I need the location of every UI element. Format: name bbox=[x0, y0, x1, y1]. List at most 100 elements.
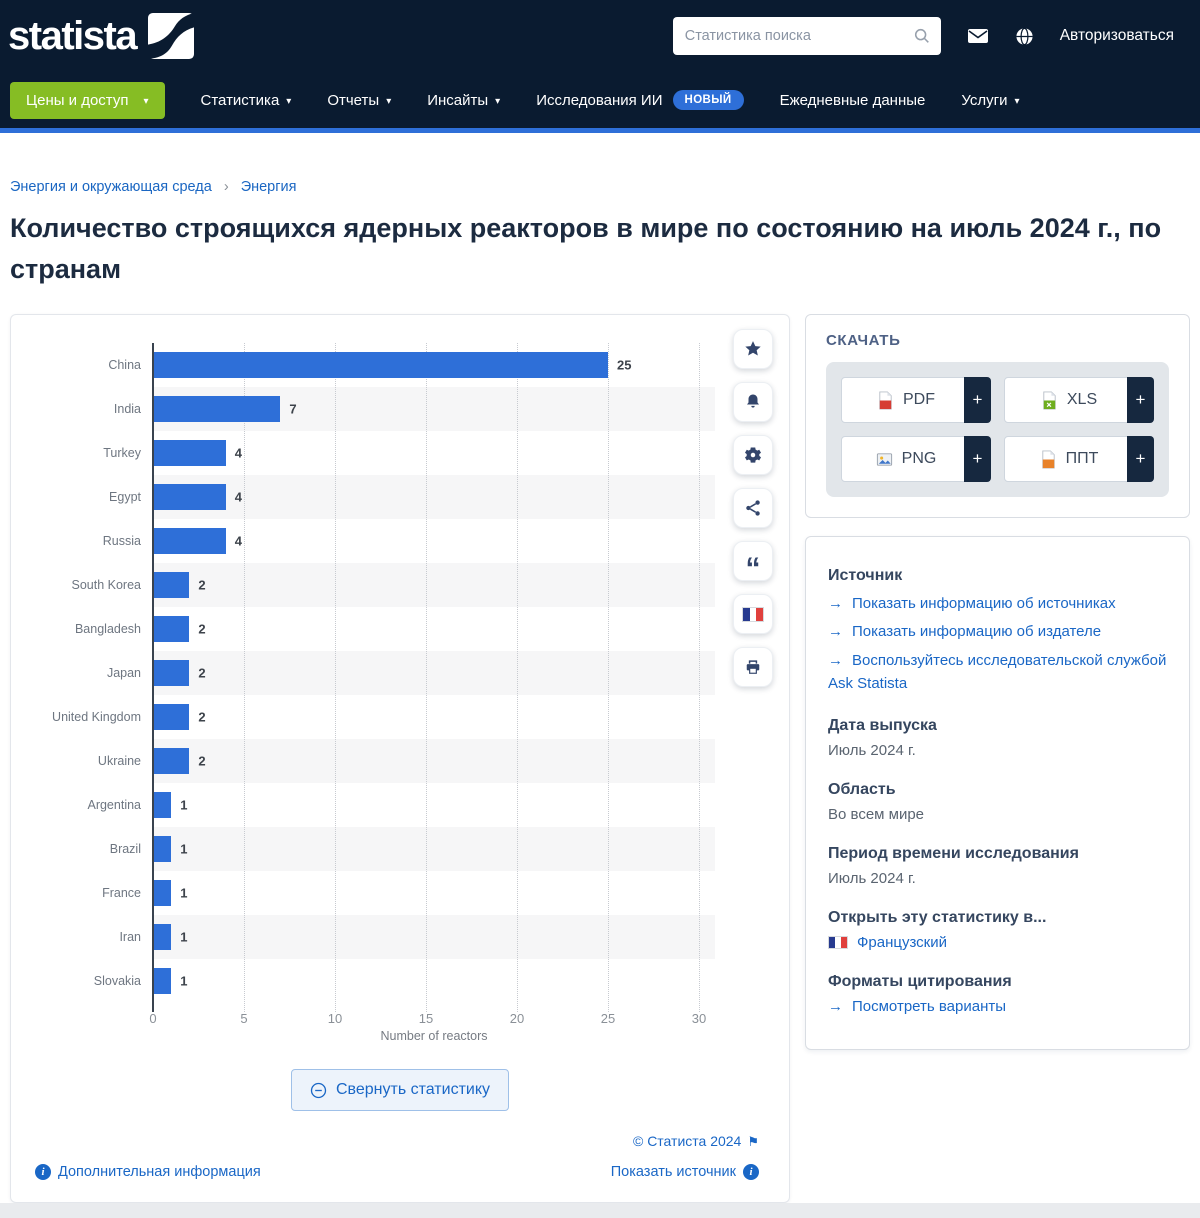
nav-item[interactable]: Услуги▾ bbox=[961, 92, 1019, 109]
source-link-row: →Воспользуйтесь исследовательской службо… bbox=[828, 649, 1167, 696]
site-header: statista Авториз bbox=[0, 0, 1200, 133]
printer-button[interactable] bbox=[733, 647, 773, 687]
nav-item[interactable]: Отчеты▾ bbox=[327, 92, 391, 109]
chart-value-label: 4 bbox=[235, 446, 242, 461]
source-link[interactable]: Воспользуйтесь исследовательской службой… bbox=[828, 652, 1166, 692]
chart-row: 4 bbox=[153, 475, 715, 519]
survey-period-title: Период времени исследования bbox=[828, 845, 1167, 863]
caret-down-icon: ▾ bbox=[386, 96, 391, 107]
collapse-statistic-button[interactable]: Свернуть статистику bbox=[291, 1069, 509, 1111]
chart-category-label: Slovakia bbox=[11, 959, 153, 1003]
login-link[interactable]: Авторизоваться bbox=[1060, 27, 1174, 45]
png-file-icon bbox=[875, 450, 894, 469]
chart-category-label: Iran bbox=[11, 915, 153, 959]
nav-item[interactable]: Инсайты▾ bbox=[427, 92, 500, 109]
chart-bar[interactable] bbox=[153, 704, 189, 730]
breadcrumb-separator: › bbox=[224, 179, 229, 195]
download-ппт-button[interactable]: ППТ+ bbox=[1004, 436, 1154, 482]
download-title: СКАЧАТЬ bbox=[826, 332, 1169, 349]
survey-period-value: Июль 2024 г. bbox=[828, 870, 1167, 887]
nav-item[interactable]: Исследования ИИНОВЫЙ bbox=[536, 90, 743, 110]
language-globe-icon[interactable] bbox=[1015, 27, 1034, 46]
chart-row: 4 bbox=[153, 431, 715, 475]
chart-bar[interactable] bbox=[153, 836, 171, 862]
download-plus-button[interactable]: + bbox=[1127, 436, 1154, 482]
chart-row: 2 bbox=[153, 651, 715, 695]
source-link[interactable]: Показать информацию об источниках bbox=[852, 595, 1116, 612]
ppt-file-icon bbox=[1039, 450, 1058, 469]
nav-item[interactable]: Ежедневные данные bbox=[780, 92, 926, 109]
share-button[interactable] bbox=[733, 488, 773, 528]
report-flag-icon[interactable]: ⚑ bbox=[747, 1134, 759, 1149]
search-box bbox=[673, 17, 941, 55]
chart-category-label: Argentina bbox=[11, 783, 153, 827]
download-plus-button[interactable]: + bbox=[1127, 377, 1154, 423]
star-button[interactable] bbox=[733, 329, 773, 369]
statista-logo[interactable]: statista bbox=[8, 13, 194, 59]
citation-options-link[interactable]: Посмотреть варианты bbox=[852, 998, 1006, 1015]
chart-bar[interactable] bbox=[153, 440, 226, 466]
download-png-button[interactable]: PNG + bbox=[841, 436, 991, 482]
pricing-access-button[interactable]: Цены и доступ ▾ bbox=[10, 82, 165, 119]
show-source-link[interactable]: Показать источникi bbox=[611, 1164, 759, 1180]
download-xls-button[interactable]: XLS + bbox=[1004, 377, 1154, 423]
arrow-right-icon: → bbox=[828, 623, 843, 640]
search-icon[interactable] bbox=[913, 27, 931, 45]
copyright-link[interactable]: © Статиста 2024 bbox=[633, 1133, 741, 1149]
chart-bar[interactable] bbox=[153, 572, 189, 598]
chart-bar[interactable] bbox=[153, 484, 226, 510]
download-button-label: PNG bbox=[902, 450, 937, 468]
nav-item[interactable]: Статистика▾ bbox=[201, 92, 292, 109]
xls-file-icon bbox=[1040, 391, 1059, 410]
chart-row: 1 bbox=[153, 871, 715, 915]
breadcrumb-category[interactable]: Энергия и окружающая среда bbox=[10, 179, 212, 195]
breadcrumb-subcategory[interactable]: Энергия bbox=[241, 179, 297, 195]
quote-button[interactable]: “ bbox=[733, 541, 773, 581]
download-plus-button[interactable]: + bbox=[964, 436, 991, 482]
source-link[interactable]: Показать информацию об издателе bbox=[852, 623, 1101, 640]
release-date-value: Июль 2024 г. bbox=[828, 742, 1167, 759]
chart-bar[interactable] bbox=[153, 968, 171, 994]
chart-bar[interactable] bbox=[153, 396, 280, 422]
arrow-right-icon: → bbox=[828, 652, 843, 669]
chart-bar[interactable] bbox=[153, 352, 608, 378]
bell-button[interactable] bbox=[733, 382, 773, 422]
french-language-link[interactable]: Французский bbox=[857, 934, 947, 951]
chart-bar[interactable] bbox=[153, 528, 226, 554]
chart-row: 1 bbox=[153, 959, 715, 1003]
chart-bar[interactable] bbox=[153, 924, 171, 950]
download-pdf-button[interactable]: PDF+ bbox=[841, 377, 991, 423]
page-bottom-strip bbox=[0, 1203, 1200, 1218]
chart-bar[interactable] bbox=[153, 792, 171, 818]
chart-row: 25 bbox=[153, 343, 715, 387]
download-plus-button[interactable]: + bbox=[964, 377, 991, 423]
pdf-file-icon bbox=[876, 391, 895, 410]
search-input[interactable] bbox=[673, 28, 913, 44]
source-title: Источник bbox=[828, 567, 1167, 585]
chart-x-axis-label: Number of reactors bbox=[153, 1029, 715, 1043]
nav-item-label: Инсайты bbox=[427, 92, 488, 109]
more-info-link[interactable]: iДополнительная информация bbox=[35, 1164, 261, 1180]
gear-button[interactable] bbox=[733, 435, 773, 475]
breadcrumb: Энергия и окружающая среда › Энергия bbox=[10, 179, 1190, 195]
nav-item-label: Исследования ИИ bbox=[536, 92, 662, 109]
chart-bar[interactable] bbox=[153, 880, 171, 906]
chart-value-label: 2 bbox=[198, 622, 205, 637]
chart-category-label: Brazil bbox=[11, 827, 153, 871]
french-flag-button[interactable] bbox=[733, 594, 773, 634]
release-date-title: Дата выпуска bbox=[828, 717, 1167, 735]
download-button-label: XLS bbox=[1067, 391, 1097, 409]
bar-chart: ChinaIndiaTurkeyEgyptRussiaSouth KoreaBa… bbox=[11, 343, 789, 1003]
chart-category-label: Egypt bbox=[11, 475, 153, 519]
chart-value-label: 2 bbox=[198, 578, 205, 593]
pricing-access-label: Цены и доступ bbox=[26, 92, 128, 109]
chart-value-label: 1 bbox=[180, 842, 187, 857]
chart-y-axis bbox=[152, 343, 154, 1012]
chart-bar[interactable] bbox=[153, 616, 189, 642]
mail-icon[interactable] bbox=[967, 28, 989, 44]
chart-value-label: 4 bbox=[235, 534, 242, 549]
chart-bar[interactable] bbox=[153, 748, 189, 774]
arrow-right-icon: → bbox=[828, 595, 843, 612]
chart-bar[interactable] bbox=[153, 660, 189, 686]
right-sidebar: СКАЧАТЬ PDF+XLS+PNG+ППТ+ Источник →Показ… bbox=[805, 314, 1190, 1050]
